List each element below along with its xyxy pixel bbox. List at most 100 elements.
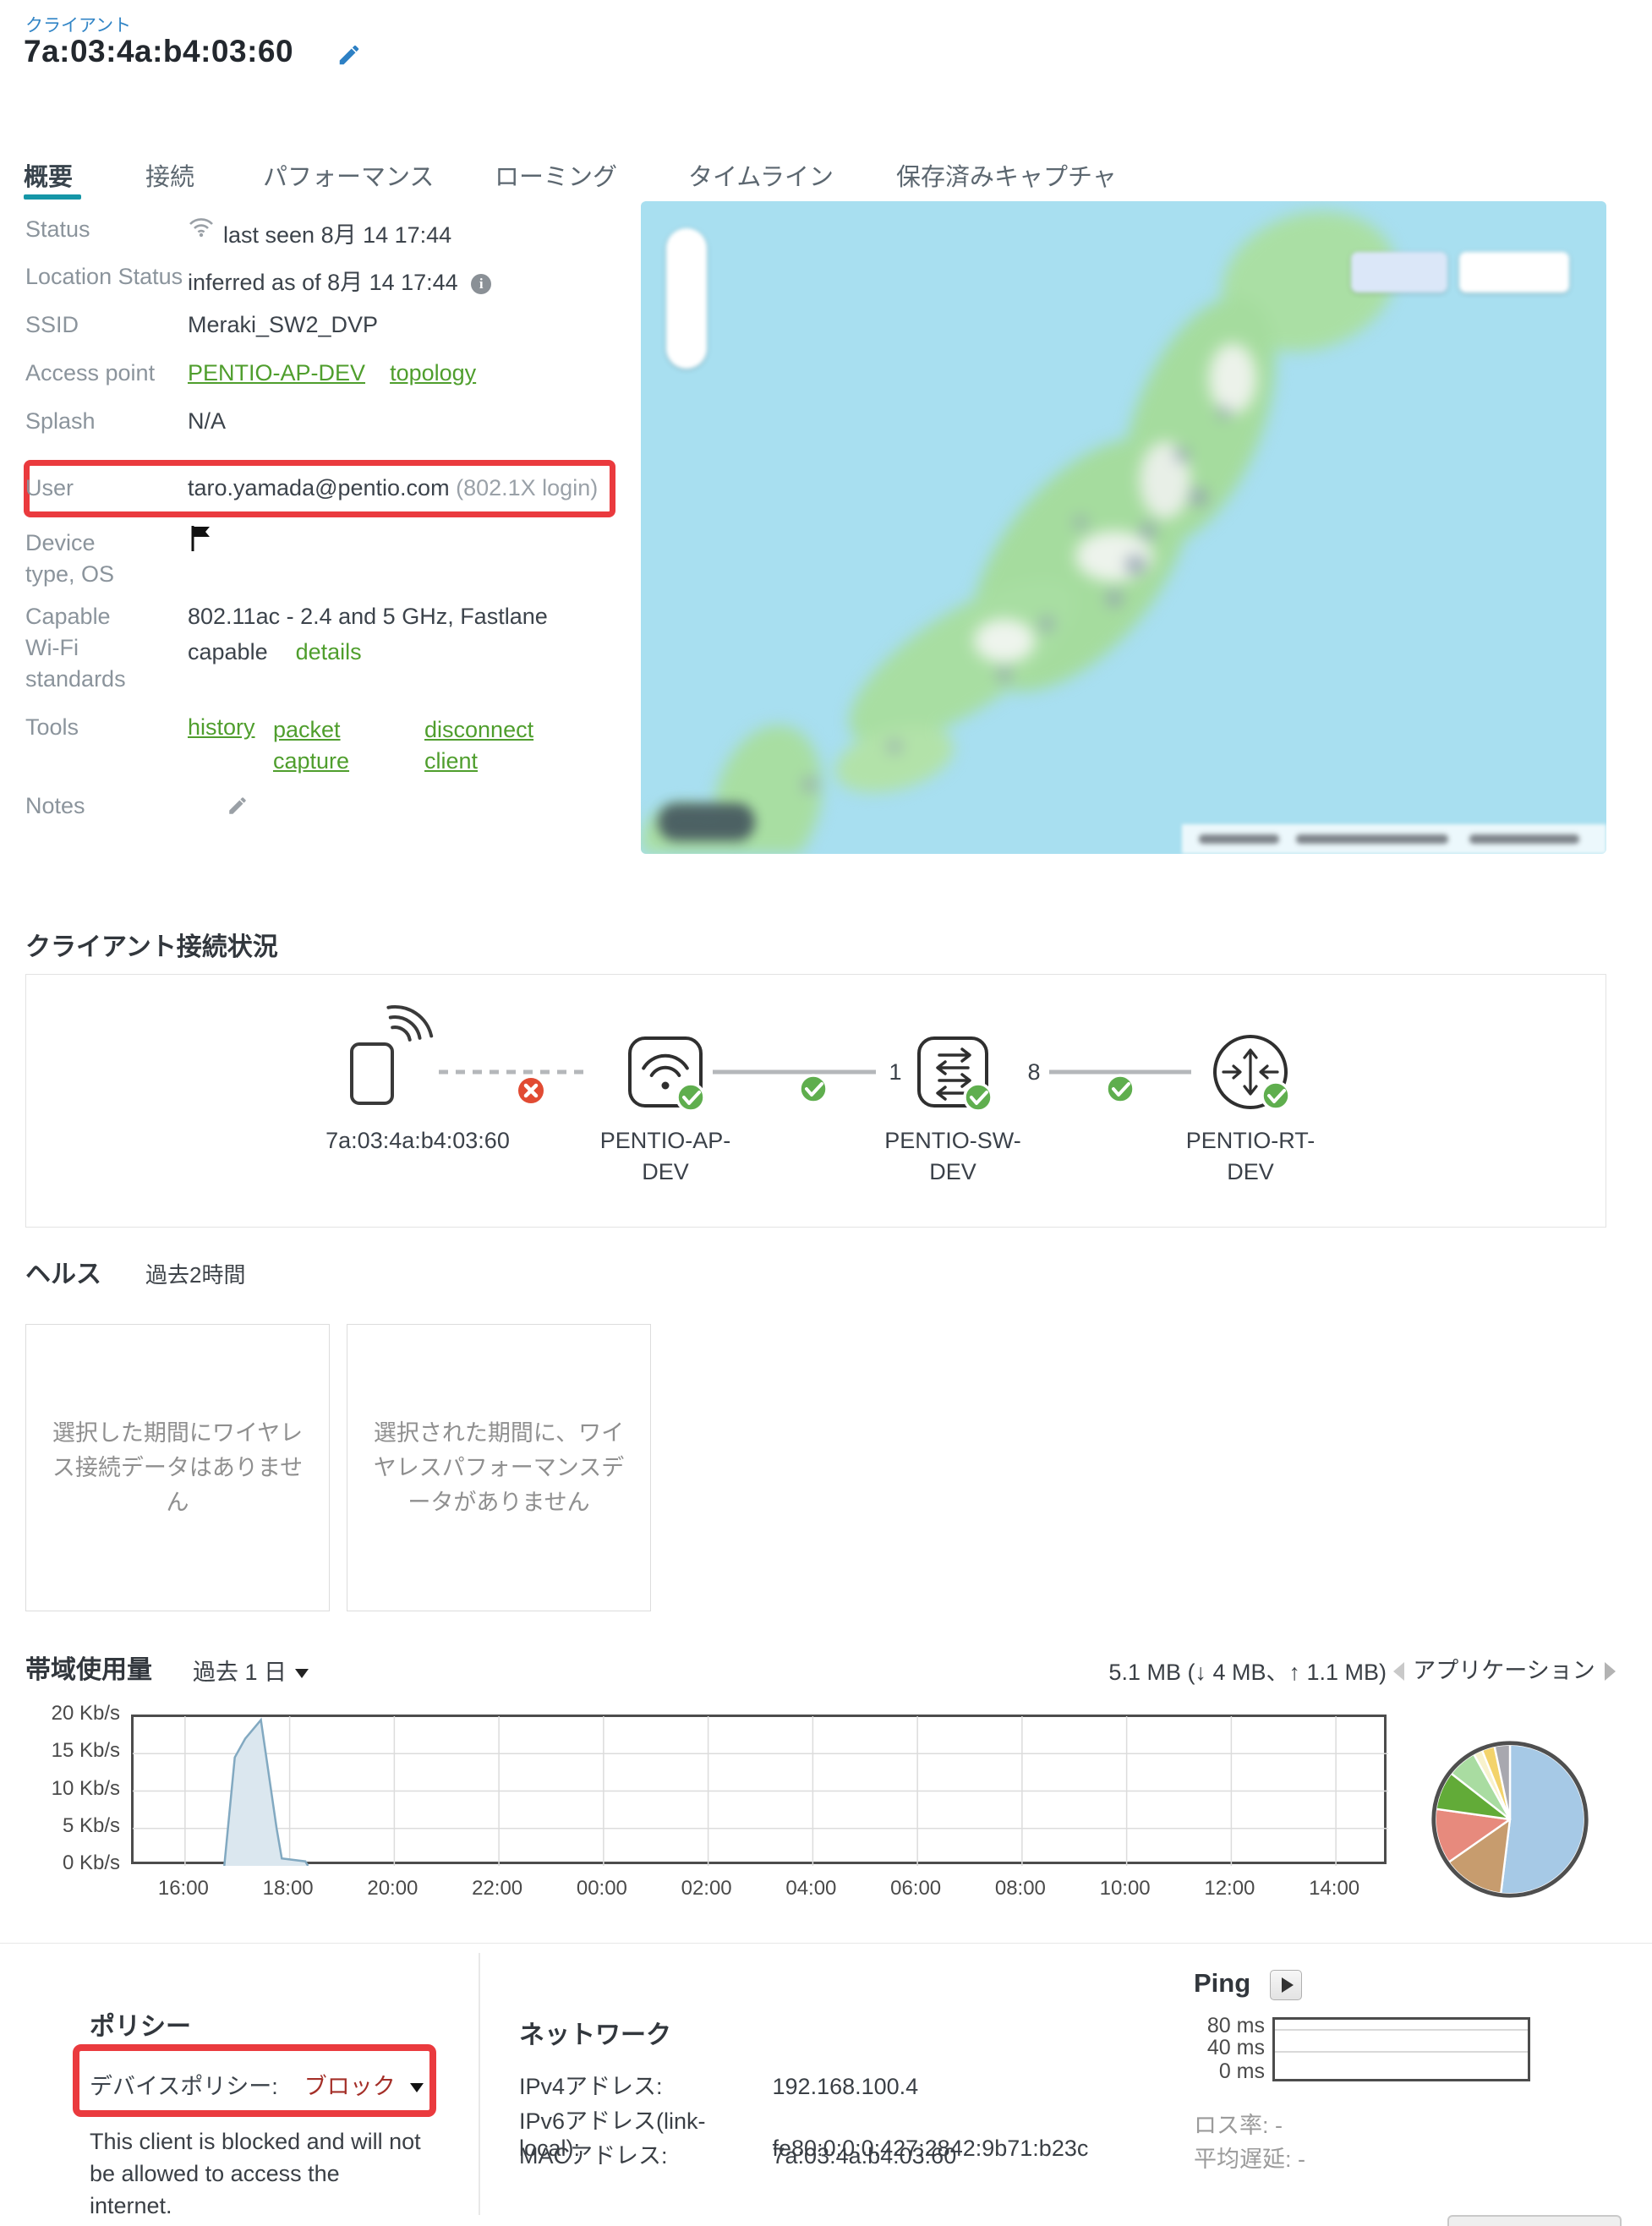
x-tick-06:00: 06:00 — [878, 1877, 954, 1901]
bandwidth-chart[interactable] — [131, 1715, 1387, 1864]
no-performance-data-message: 選択された期間に、ワイヤレスパフォーマンスデータがありません — [368, 1416, 630, 1520]
pie-slice-0 — [1501, 1745, 1584, 1895]
x-tick-12:00: 12:00 — [1191, 1877, 1267, 1901]
info-icon[interactable]: i — [471, 274, 491, 294]
active-tab-underline — [24, 194, 81, 200]
port-number-left: 1 — [878, 1057, 912, 1088]
footer-divider — [0, 1943, 1652, 1944]
topology-ap-label[interactable]: PENTIO-AP-DEV — [594, 1125, 737, 1188]
mac-row: MACアドレス: 7a:03:4a:b4:03:60 — [519, 2137, 956, 2170]
policy-description: This client is blocked and will not be a… — [90, 2125, 428, 2222]
device-policy-label: デバイスポリシー: — [90, 2074, 278, 2099]
ping-chart — [1272, 2017, 1530, 2081]
x-tick-00:00: 00:00 — [564, 1877, 640, 1901]
y-tick-15: 15 Kb/s — [17, 1739, 120, 1763]
access-point-label: Access point — [25, 360, 155, 386]
capable-wifi-label-line2: Wi-Fi — [25, 635, 79, 661]
notes-pencil-icon[interactable] — [227, 795, 249, 821]
access-point-link[interactable]: PENTIO-AP-DEV — [188, 360, 365, 386]
tab-5[interactable]: 保存済みキャプチャ — [896, 157, 1117, 193]
tool-disconnect-client-link[interactable]: disconnect client — [424, 714, 551, 777]
location-map[interactable] — [641, 201, 1606, 854]
ssid-value: Meraki_SW2_DVP — [188, 312, 378, 338]
wifi-status-icon — [188, 215, 215, 243]
splash-value: N/A — [188, 408, 226, 435]
chevron-down-icon — [410, 2083, 424, 2092]
device-flag-icon — [189, 524, 213, 557]
device-policy-value[interactable]: ブロック — [304, 2074, 396, 2099]
map-layer-button[interactable] — [1351, 252, 1447, 293]
location-status-value: inferred as of 8月 14 17:44 i — [188, 264, 491, 297]
bandwidth-total: 5.1 MB (↓ 4 MB、↑ 1.1 MB) — [930, 1654, 1387, 1687]
tools-label: Tools — [25, 714, 79, 741]
x-tick-02:00: 02:00 — [669, 1877, 745, 1901]
health-section-heading: ヘルス — [25, 1253, 101, 1290]
apps-prev-chevron-icon[interactable] — [1393, 1662, 1404, 1681]
connection-section-heading: クライアント接続状況 — [25, 926, 278, 963]
bottom-right-partial-control[interactable] — [1447, 2215, 1622, 2226]
bandwidth-period-dropdown[interactable]: 過去 1 日 — [193, 1654, 309, 1687]
ping-section-heading: Ping — [1194, 1968, 1250, 1999]
ping-gridline-80 — [1275, 2029, 1528, 2031]
tool-packet-capture-link[interactable]: packet capture — [273, 714, 366, 777]
ipv4-value: 192.168.100.4 — [773, 2074, 919, 2099]
tab-0[interactable]: 概要 — [24, 157, 73, 193]
map-fullscreen-button[interactable] — [1459, 252, 1569, 293]
no-connection-data-message: 選択した期間にワイヤレス接続データはありません — [46, 1416, 309, 1520]
y-tick-10: 10 Kb/s — [17, 1777, 120, 1801]
x-tick-22:00: 22:00 — [459, 1877, 535, 1901]
connection-panel: 7a:03:4a:b4:03:60 PENTIO-AP-DEV PENTIO-S… — [25, 974, 1606, 1228]
play-icon — [1282, 1977, 1294, 1993]
ping-gridline-40 — [1275, 2051, 1528, 2053]
ipv4-label: IPv4アドレス: — [519, 2068, 766, 2101]
wireless-performance-data-box: 選択された期間に、ワイヤレスパフォーマンスデータがありません — [347, 1324, 651, 1611]
ping-play-button[interactable] — [1270, 1970, 1302, 2000]
applications-title[interactable]: アプリケーション — [1411, 1654, 1597, 1687]
port-number-right: 8 — [1017, 1057, 1051, 1088]
ipv4-row: IPv4アドレス: 192.168.100.4 — [519, 2068, 918, 2101]
network-section-heading: ネットワーク — [519, 2014, 671, 2051]
x-tick-14:00: 14:00 — [1296, 1877, 1372, 1901]
details-link[interactable]: details — [296, 639, 362, 665]
map-attribution — [1182, 824, 1606, 854]
x-tick-16:00: 16:00 — [145, 1877, 222, 1901]
y-tick-5: 5 Kb/s — [17, 1814, 120, 1838]
topology-diagram — [26, 975, 1606, 1227]
y-tick-0: 0 Kb/s — [17, 1851, 120, 1875]
capable-wifi-value-line1: 802.11ac - 2.4 and 5 GHz, Fastlane — [188, 604, 548, 630]
access-point-value: PENTIO-AP-DEV topology — [188, 360, 476, 386]
x-tick-20:00: 20:00 — [354, 1877, 430, 1901]
tab-3[interactable]: ローミング — [495, 157, 617, 193]
device-type-label-line2: type, OS — [25, 561, 114, 588]
capable-wifi-value-line2: capable details — [188, 639, 362, 665]
user-label: User — [25, 475, 74, 501]
apps-next-chevron-icon[interactable] — [1605, 1662, 1616, 1681]
x-tick-04:00: 04:00 — [773, 1877, 849, 1901]
tab-4[interactable]: タイムライン — [688, 157, 834, 193]
avg-latency-row: 平均遅延: - — [1194, 2141, 1305, 2174]
ssid-label: SSID — [25, 312, 79, 338]
y-tick-20: 20 Kb/s — [17, 1702, 120, 1726]
device-policy-row[interactable]: デバイスポリシー: ブロック — [90, 2068, 424, 2101]
tab-1[interactable]: 接続 — [145, 157, 194, 193]
loss-rate-row: ロス率: - — [1194, 2107, 1283, 2140]
topology-router-label[interactable]: PENTIO-RT-DEV — [1179, 1125, 1322, 1188]
tab-2[interactable]: パフォーマンス — [263, 157, 434, 193]
capable-wifi-label-line1: Capable — [25, 604, 111, 630]
splash-label: Splash — [25, 408, 96, 435]
applications-pie-chart[interactable] — [1429, 1738, 1591, 1901]
x-tick-10:00: 10:00 — [1087, 1877, 1163, 1901]
map-zoom-control[interactable] — [666, 228, 707, 369]
tool-history-link[interactable]: history — [188, 714, 255, 741]
ping-tick-0: 0 ms — [1172, 2059, 1265, 2084]
map-provider-logo — [658, 803, 755, 841]
edit-title-pencil-icon[interactable] — [336, 42, 362, 72]
topology-switch-label[interactable]: PENTIO-SW-DEV — [881, 1125, 1025, 1188]
device-type-label-line1: Device — [25, 530, 96, 556]
ping-tick-80: 80 ms — [1172, 2014, 1265, 2038]
ping-tick-40: 40 ms — [1172, 2036, 1265, 2060]
topology-link[interactable]: topology — [390, 360, 476, 386]
status-value: last seen 8月 14 17:44 — [223, 216, 451, 249]
chevron-down-icon — [295, 1669, 309, 1678]
bandwidth-section-heading: 帯域使用量 — [25, 1649, 152, 1686]
